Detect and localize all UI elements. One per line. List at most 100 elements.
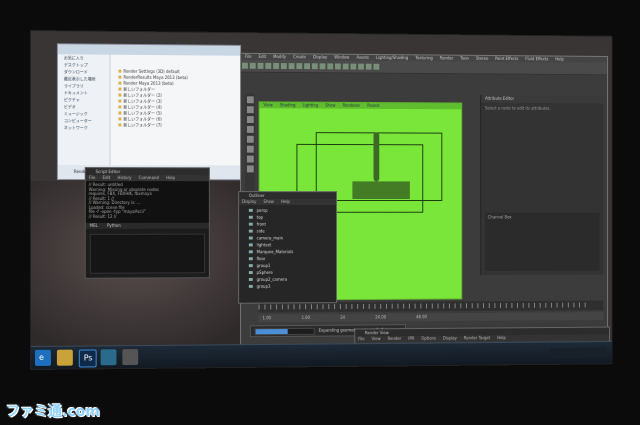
- viewport-menu-panels[interactable]: Panels: [367, 103, 379, 108]
- menu-modify[interactable]: Modify: [273, 54, 286, 59]
- scale-tool-icon[interactable]: [246, 135, 254, 143]
- rv-menu-help[interactable]: Help: [497, 335, 506, 340]
- select-tool-icon[interactable]: [246, 96, 254, 104]
- layout-four-icon[interactable]: [246, 155, 254, 163]
- outliner-menu-show[interactable]: Show: [263, 199, 273, 204]
- scene-props[interactable]: [352, 181, 410, 200]
- viewport-menu-renderer[interactable]: Renderer: [343, 103, 361, 108]
- rotate-tool-icon[interactable]: [246, 125, 254, 133]
- shelf-icon[interactable]: [242, 62, 248, 69]
- menu-edit[interactable]: Edit: [259, 54, 267, 59]
- layout-single-icon[interactable]: [246, 145, 254, 153]
- file-item[interactable]: 新しいフォルダー (7): [112, 122, 240, 129]
- rv-menu-view[interactable]: View: [372, 336, 381, 341]
- viewport-menu-show[interactable]: Show: [325, 103, 335, 108]
- range-max[interactable]: 48.00: [416, 314, 427, 319]
- menu-render[interactable]: Render: [440, 56, 454, 61]
- script-input-area[interactable]: [89, 233, 205, 274]
- shelf-icon[interactable]: [358, 63, 364, 70]
- lasso-tool-icon[interactable]: [246, 106, 254, 114]
- shelf-icon[interactable]: [265, 62, 272, 69]
- rv-menu-file[interactable]: File: [358, 336, 364, 341]
- progress-fill: [255, 329, 288, 335]
- shelf-icon[interactable]: [335, 63, 341, 70]
- maya-icon[interactable]: [100, 349, 117, 366]
- range-start[interactable]: 1.00: [262, 315, 271, 320]
- menu-create[interactable]: Create: [293, 54, 306, 59]
- explorer-nav-pane: お気に入り デスクトップ ダウンロード 最近表示した場所 ライブラリ ドキュメン…: [57, 54, 111, 166]
- rv-menu-ipr[interactable]: IPR: [408, 336, 414, 341]
- viewport-menu-shading[interactable]: Shading: [280, 102, 296, 107]
- rv-menu-display[interactable]: Display: [443, 336, 457, 341]
- ie-icon[interactable]: e: [34, 349, 51, 366]
- script-output: // Result: untitled Warning: Missing or …: [85, 181, 209, 223]
- outliner-window[interactable]: Outliner Display Show Help persp top fro…: [238, 191, 337, 304]
- rv-menu-render[interactable]: Render: [388, 336, 402, 341]
- range-playback-end[interactable]: 24: [340, 315, 345, 320]
- se-menu-history[interactable]: History: [117, 175, 131, 180]
- character-model[interactable]: [373, 132, 380, 182]
- menu-texturing[interactable]: Texturing: [415, 55, 433, 60]
- channel-box[interactable]: Channel Box: [484, 212, 600, 272]
- tab-python[interactable]: Python: [107, 223, 121, 228]
- attr-hint: Select a node to edit its attributes.: [484, 105, 551, 111]
- outliner-list: persp top front side camera_main lightse…: [239, 205, 336, 290]
- menu-stereo[interactable]: Stereo: [476, 56, 488, 61]
- outliner-menu-display[interactable]: Display: [242, 199, 256, 204]
- shelf-icon[interactable]: [350, 63, 357, 70]
- shelf-icon[interactable]: [304, 63, 310, 70]
- photoshop-label: Ps: [83, 353, 93, 363]
- folder-icon[interactable]: [56, 349, 73, 366]
- range-end[interactable]: 24.00: [375, 315, 386, 320]
- menu-window[interactable]: Window: [334, 55, 349, 60]
- outliner-item[interactable]: group3: [239, 283, 336, 290]
- script-tabs: MEL Python: [85, 222, 209, 229]
- shelf-icon[interactable]: [319, 63, 326, 70]
- shelf-icon[interactable]: [280, 63, 287, 69]
- shelf-icon[interactable]: [342, 63, 349, 70]
- layout-persp-icon[interactable]: [246, 165, 254, 173]
- menu-toon[interactable]: Toon: [460, 56, 469, 61]
- se-menu-file[interactable]: File: [89, 175, 96, 180]
- shelf-icon[interactable]: [249, 62, 256, 69]
- shelf-icon[interactable]: [257, 62, 264, 69]
- menu-lighting[interactable]: Lighting/Shading: [376, 55, 408, 60]
- viewport-menu-view[interactable]: View: [263, 102, 272, 107]
- system-tray[interactable]: [550, 347, 607, 359]
- script-editor-window[interactable]: Script Editor File Edit History Command …: [84, 167, 210, 279]
- progress-bar: [254, 327, 315, 336]
- menu-paint-effects[interactable]: Paint Effects: [495, 56, 518, 61]
- rv-menu-render-target[interactable]: Render Target: [464, 335, 490, 340]
- shelf-icon[interactable]: [288, 63, 295, 70]
- range-slider[interactable]: 1.00 1.00 24 24.00 48.00: [258, 312, 604, 323]
- explorer-window[interactable]: お気に入り デスクトップ ダウンロード 最近表示した場所 ライブラリ ドキュメン…: [56, 43, 242, 181]
- se-menu-command[interactable]: Command: [139, 175, 159, 180]
- move-tool-icon[interactable]: [246, 116, 254, 124]
- menu-help[interactable]: Help: [555, 57, 564, 62]
- viewport-menu-lighting[interactable]: Lighting: [303, 103, 319, 108]
- menu-fluid-effects[interactable]: Fluid Effects: [525, 56, 548, 61]
- output-line: // Result: 12 //: [88, 213, 117, 219]
- shelf-icon[interactable]: [373, 63, 380, 70]
- se-menu-edit[interactable]: Edit: [103, 175, 111, 180]
- shelf-icon[interactable]: [273, 62, 279, 69]
- tab-mel[interactable]: MEL: [90, 223, 98, 228]
- shelf-icon[interactable]: [296, 63, 303, 70]
- photoshop-icon[interactable]: Ps: [78, 349, 97, 368]
- rv-menu-options[interactable]: Options: [421, 336, 436, 341]
- menu-file[interactable]: File: [245, 54, 252, 59]
- menu-display[interactable]: Display: [313, 54, 327, 59]
- outliner-title: Outliner: [239, 192, 337, 200]
- shelf-icon[interactable]: [327, 63, 334, 70]
- se-menu-help[interactable]: Help: [166, 175, 175, 180]
- outliner-menu-help[interactable]: Help: [281, 199, 290, 204]
- range-playback-start[interactable]: 1.00: [301, 315, 310, 320]
- watermark-logo: ファミ通.com: [6, 404, 100, 420]
- nav-item[interactable]: ネットワーク: [58, 124, 110, 131]
- taskbar: e Ps: [30, 341, 612, 369]
- app-icon[interactable]: [122, 349, 139, 366]
- attribute-editor[interactable]: Attribute Editor Select a node to edit i…: [480, 94, 604, 275]
- menu-assets[interactable]: Assets: [356, 55, 369, 60]
- shelf-icon[interactable]: [365, 63, 372, 70]
- shelf-icon[interactable]: [311, 63, 318, 70]
